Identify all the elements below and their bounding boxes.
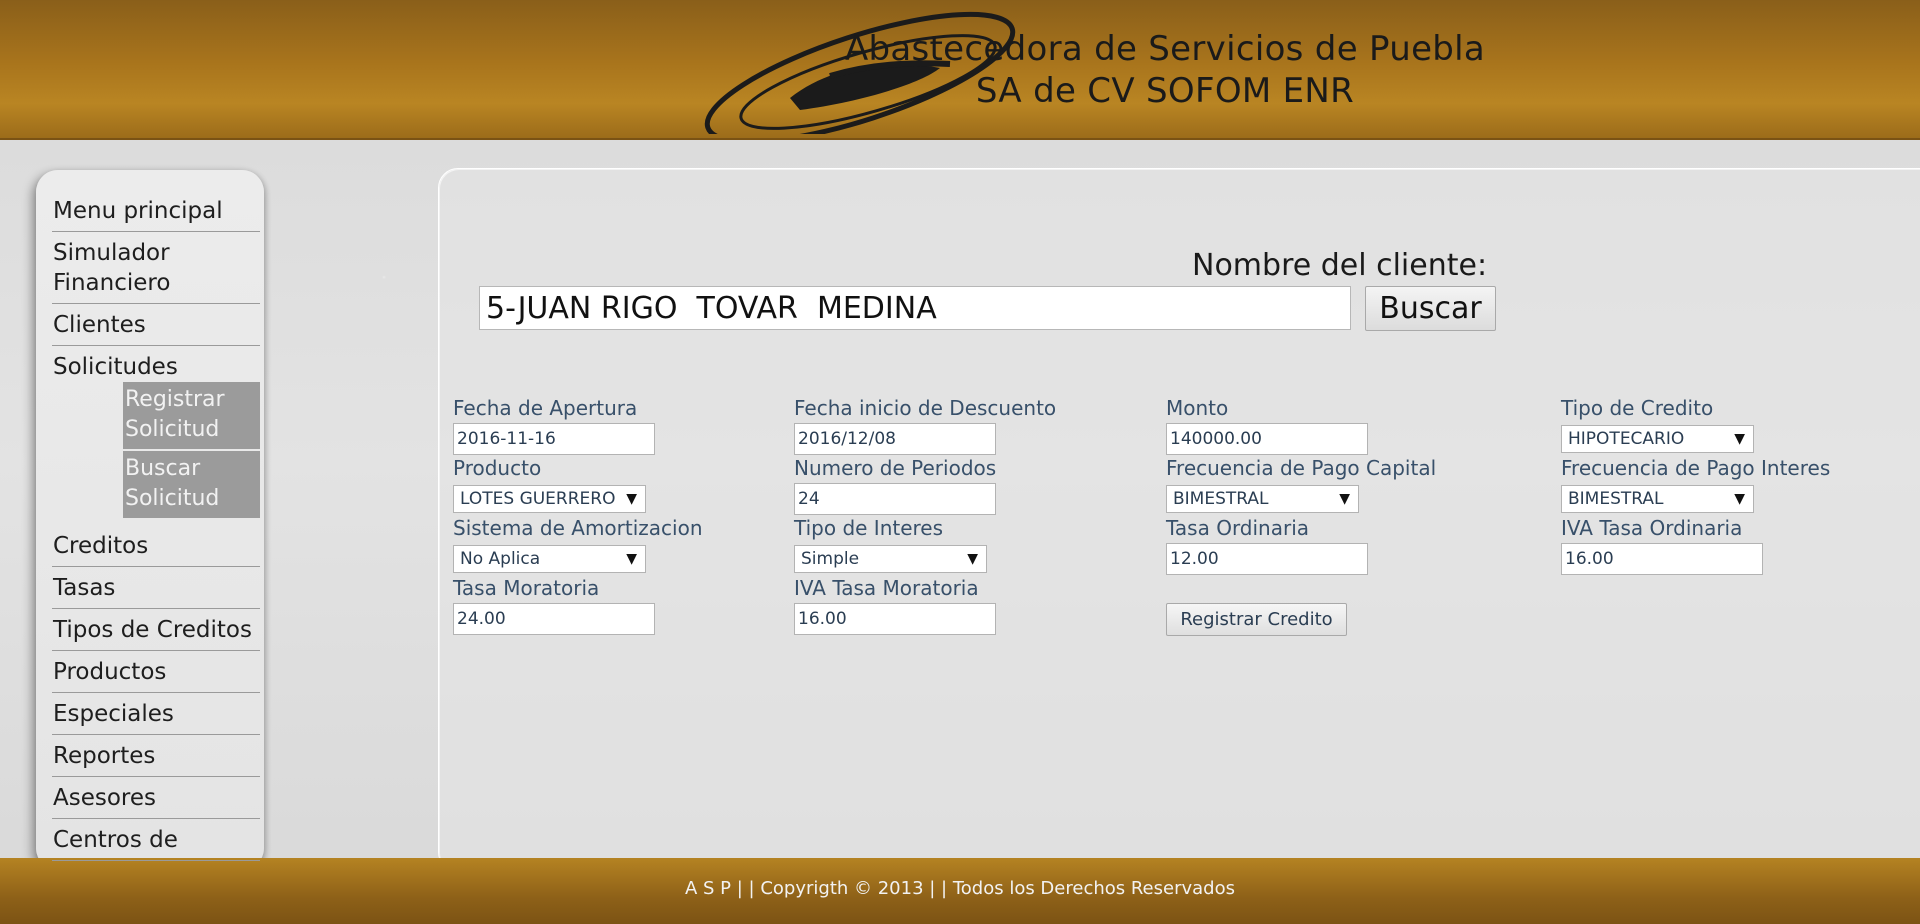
sidebar-item-solicitudes[interactable]: Solicitudes Registrar Solicitud Buscar S… [52,346,260,525]
monto-input[interactable] [1166,423,1368,455]
iva-tasa-ordinaria-label: IVA Tasa Ordinaria [1561,516,1743,540]
footer-text: A S P | | Copyrigth © 2013 | | Todos los… [685,878,1235,899]
sidebar-item-reportes[interactable]: Reportes [52,735,260,777]
fecha-inicio-descuento-label: Fecha inicio de Descuento [794,396,1057,420]
tipo-credito-select[interactable]: HIPOTECARIO ▼ [1561,425,1754,453]
chevron-down-icon: ▼ [622,486,637,512]
registrar-credito-button[interactable]: Registrar Credito [1166,603,1347,636]
sistema-amortizacion-label: Sistema de Amortizacion [453,516,703,540]
producto-select[interactable]: LOTES GUERRERO ▼ [453,485,646,513]
chevron-down-icon: ▼ [967,551,978,567]
sidebar-item-asesores[interactable]: Asesores [52,777,260,819]
sidebar-item-especiales[interactable]: Especiales [52,693,260,735]
header-banner: Abastecedora de Servicios de Puebla SA d… [0,0,1920,140]
tipo-credito-value: HIPOTECARIO [1568,429,1685,449]
client-name-label: Nombre del cliente: [1192,248,1488,283]
iva-tasa-ordinaria-input[interactable] [1561,543,1763,575]
search-button[interactable]: Buscar [1365,286,1496,331]
sidebar-item-tasas[interactable]: Tasas [52,567,260,609]
sidebar-item-simulador-financiero[interactable]: Simulador Financiero [52,232,260,304]
company-name-line2: SA de CV SOFOM ENR [975,71,1355,111]
submenu-item-buscar-solicitud[interactable]: Buscar Solicitud [123,451,260,518]
monto-label: Monto [1166,396,1229,420]
submenu-item-registrar-solicitud[interactable]: Registrar Solicitud [123,382,260,449]
sidebar-item-centros-de[interactable]: Centros de [52,819,260,861]
sistema-amortizacion-select[interactable]: No Aplica ▼ [453,545,646,573]
frecuencia-pago-interes-select[interactable]: BIMESTRAL ▼ [1561,485,1754,513]
tipo-interes-select[interactable]: Simple ▼ [794,545,987,573]
client-name-input[interactable] [479,286,1351,330]
company-name-line1: Abastecedora de Servicios de Puebla [844,29,1486,69]
tasa-moratoria-label: Tasa Moratoria [453,576,600,600]
fecha-inicio-descuento-input[interactable] [794,423,996,455]
fecha-apertura-label: Fecha de Apertura [453,396,638,420]
chevron-down-icon: ▼ [1734,491,1745,507]
chevron-down-icon: ▼ [1734,431,1745,447]
fecha-apertura-input[interactable] [453,423,655,455]
iva-tasa-moratoria-label: IVA Tasa Moratoria [794,576,979,600]
page: Abastecedora de Servicios de Puebla SA d… [0,0,1920,924]
sistema-amortizacion-value: No Aplica [460,549,541,569]
numero-periodos-input[interactable] [794,483,996,515]
sidebar-item-label: Solicitudes [53,354,178,380]
chevron-down-icon: ▼ [1339,491,1350,507]
sidebar-item-clientes[interactable]: Clientes [52,304,260,346]
tasa-ordinaria-label: Tasa Ordinaria [1166,516,1310,540]
sidebar-menu: Menu principal Simulador Financiero Clie… [52,190,260,861]
company-name: Abastecedora de Servicios de Puebla SA d… [760,28,1570,112]
sidebar-item-menu-principal[interactable]: Menu principal [52,190,260,232]
producto-label: Producto [453,456,542,480]
frecuencia-pago-capital-label: Frecuencia de Pago Capital [1166,456,1437,480]
sidebar-item-productos[interactable]: Productos [52,651,260,693]
sidebar-item-creditos[interactable]: Creditos [52,525,260,567]
chevron-down-icon: ▼ [626,551,637,567]
producto-value: LOTES GUERRERO [460,489,616,509]
frecuencia-pago-interes-label: Frecuencia de Pago Interes [1561,456,1831,480]
solicitudes-submenu: Registrar Solicitud Buscar Solicitud [53,382,260,518]
tipo-interes-label: Tipo de Interes [794,516,944,540]
sidebar-item-tipos-de-creditos[interactable]: Tipos de Creditos [52,609,260,651]
tasa-ordinaria-input[interactable] [1166,543,1368,575]
footer: A S P | | Copyrigth © 2013 | | Todos los… [0,858,1920,924]
frecuencia-pago-capital-select[interactable]: BIMESTRAL ▼ [1166,485,1359,513]
tipo-credito-label: Tipo de Credito [1561,396,1714,420]
numero-periodos-label: Numero de Periodos [794,456,997,480]
frecuencia-pago-interes-value: BIMESTRAL [1568,489,1664,509]
iva-tasa-moratoria-input[interactable] [794,603,996,635]
tasa-moratoria-input[interactable] [453,603,655,635]
frecuencia-pago-capital-value: BIMESTRAL [1173,489,1269,509]
tipo-interes-value: Simple [801,549,860,569]
